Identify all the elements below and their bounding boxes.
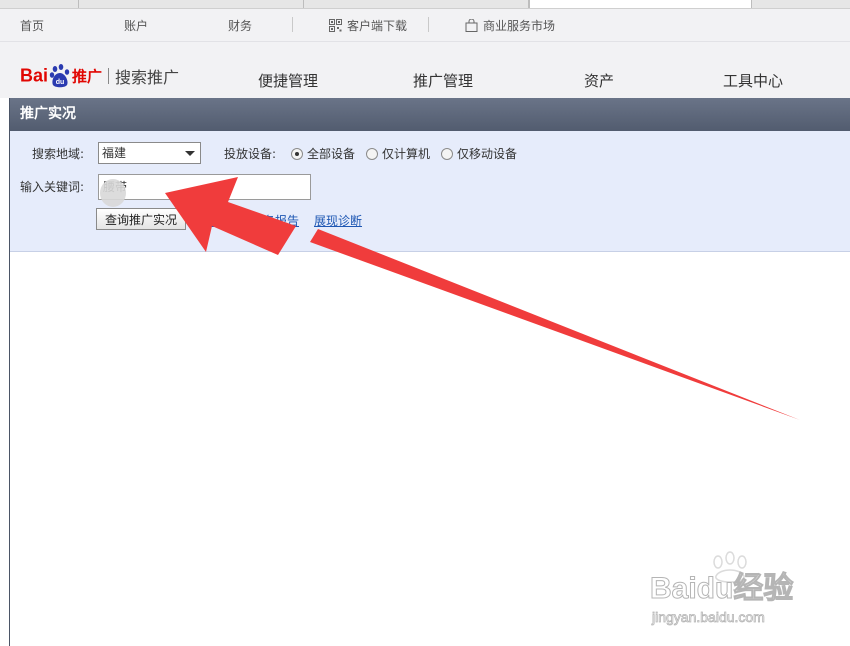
keyword-input[interactable] <box>98 174 311 200</box>
cursor-blur-overlay <box>100 179 126 207</box>
panel-title: 推广实况 <box>10 98 850 131</box>
top-utility-nav: 首页 账户 财务 客户端下载 商业服务市场 <box>0 9 850 42</box>
nav-home[interactable]: 首页 <box>20 17 44 34</box>
baidu-logo[interactable]: Bai du 推广 搜索推广 <box>20 64 179 92</box>
radio-unchecked-icon <box>441 148 453 160</box>
device-radio-label: 全部设备 <box>307 147 356 161</box>
display-diagnosis-link[interactable]: 展现诊断 <box>314 212 362 229</box>
baidu-paw-icon: du <box>49 64 70 88</box>
radio-unchecked-icon <box>366 148 378 160</box>
watermark-graphic: Baidu经验 jingyan.baidu.com <box>650 551 794 625</box>
browser-tab-active[interactable] <box>529 0 752 8</box>
keyword-label: 输入关键词: <box>20 180 85 194</box>
browser-tab-strip <box>0 0 850 9</box>
query-form: 搜索地域: 福建 投放设备: 全部设备 仅计算机 仅移动设备 输入关键词: 查询… <box>10 131 850 252</box>
shopping-bag-icon <box>465 19 478 32</box>
device-label: 投放设备: <box>224 147 277 161</box>
watermark-title: Baidu经验 <box>650 571 793 605</box>
radio-checked-icon <box>291 148 303 160</box>
region-label: 搜索地域: <box>32 147 85 161</box>
device-radio-computer[interactable]: 仅计算机 <box>366 145 430 162</box>
logo-bai-text: Bai <box>20 65 49 86</box>
logo-divider <box>108 68 110 84</box>
device-radio-label: 仅计算机 <box>382 147 431 161</box>
browser-tab[interactable] <box>0 0 79 8</box>
baidu-jingyan-watermark: Baidu经验 jingyan.baidu.com <box>650 550 830 630</box>
nav-finance[interactable]: 财务 <box>228 17 252 34</box>
chevron-down-icon <box>185 151 195 156</box>
logo-du-text: du <box>56 79 65 86</box>
mainnav-promotion-manage[interactable]: 推广管理 <box>413 70 473 91</box>
device-radio-mobile[interactable]: 仅移动设备 <box>441 145 517 162</box>
logo-tuiguang-text: 推广 <box>72 67 103 86</box>
site-header: Bai du 推广 搜索推广 便捷管理 推广管理 资产 工具中心 <box>0 42 850 98</box>
client-download-label: 客户端下载 <box>347 19 408 33</box>
nav-divider <box>292 17 293 32</box>
nav-divider <box>428 17 429 32</box>
realtime-rank-report-link[interactable]: 查询实时排名报告 <box>203 212 299 229</box>
mainnav-assets[interactable]: 资产 <box>584 70 614 91</box>
browser-tab[interactable] <box>304 0 529 8</box>
browser-tab[interactable] <box>79 0 304 8</box>
mainnav-quick-manage[interactable]: 便捷管理 <box>258 70 318 91</box>
region-select[interactable]: 福建 <box>98 142 201 164</box>
watermark-url: jingyan.baidu.com <box>651 609 765 625</box>
region-select-value: 福建 <box>102 146 127 160</box>
logo-subtitle: 搜索推广 <box>115 68 180 87</box>
nav-account[interactable]: 账户 <box>124 17 148 34</box>
qr-code-icon <box>329 19 342 32</box>
nav-client-download[interactable]: 客户端下载 <box>329 17 407 34</box>
nav-business-market[interactable]: 商业服务市场 <box>465 17 555 34</box>
mainnav-tool-center[interactable]: 工具中心 <box>723 70 783 91</box>
device-radio-all[interactable]: 全部设备 <box>291 145 355 162</box>
query-button[interactable]: 查询推广实况 <box>96 208 186 230</box>
business-market-label: 商业服务市场 <box>483 19 556 33</box>
device-radio-label: 仅移动设备 <box>457 147 518 161</box>
